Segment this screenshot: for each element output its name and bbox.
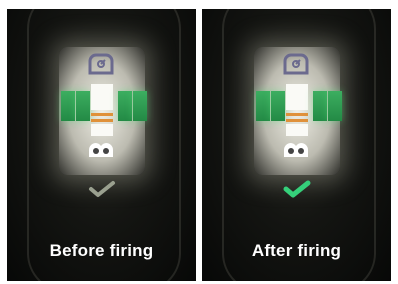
green-segment [118, 91, 132, 121]
panel-after-firing: After firing [202, 9, 391, 281]
dim-check-icon [89, 181, 115, 197]
green-check-icon [283, 180, 311, 198]
green-segment [133, 91, 147, 121]
green-segment [271, 91, 285, 121]
green-segment [328, 91, 342, 121]
loop-icon [284, 143, 308, 157]
mechanism-icon [88, 53, 114, 75]
caption-after: After firing [251, 241, 342, 260]
photo-frame: Before firing After firing [7, 9, 391, 281]
green-segment [313, 91, 327, 121]
caption-before: Before firing [49, 241, 154, 260]
panel-before-firing: Before firing [7, 9, 196, 281]
green-segment [76, 91, 90, 121]
center-block [91, 84, 113, 136]
loop-icon [89, 143, 113, 157]
mechanism-icon [283, 53, 309, 75]
center-block [286, 84, 308, 136]
green-segment [61, 91, 75, 121]
green-segment [256, 91, 270, 121]
